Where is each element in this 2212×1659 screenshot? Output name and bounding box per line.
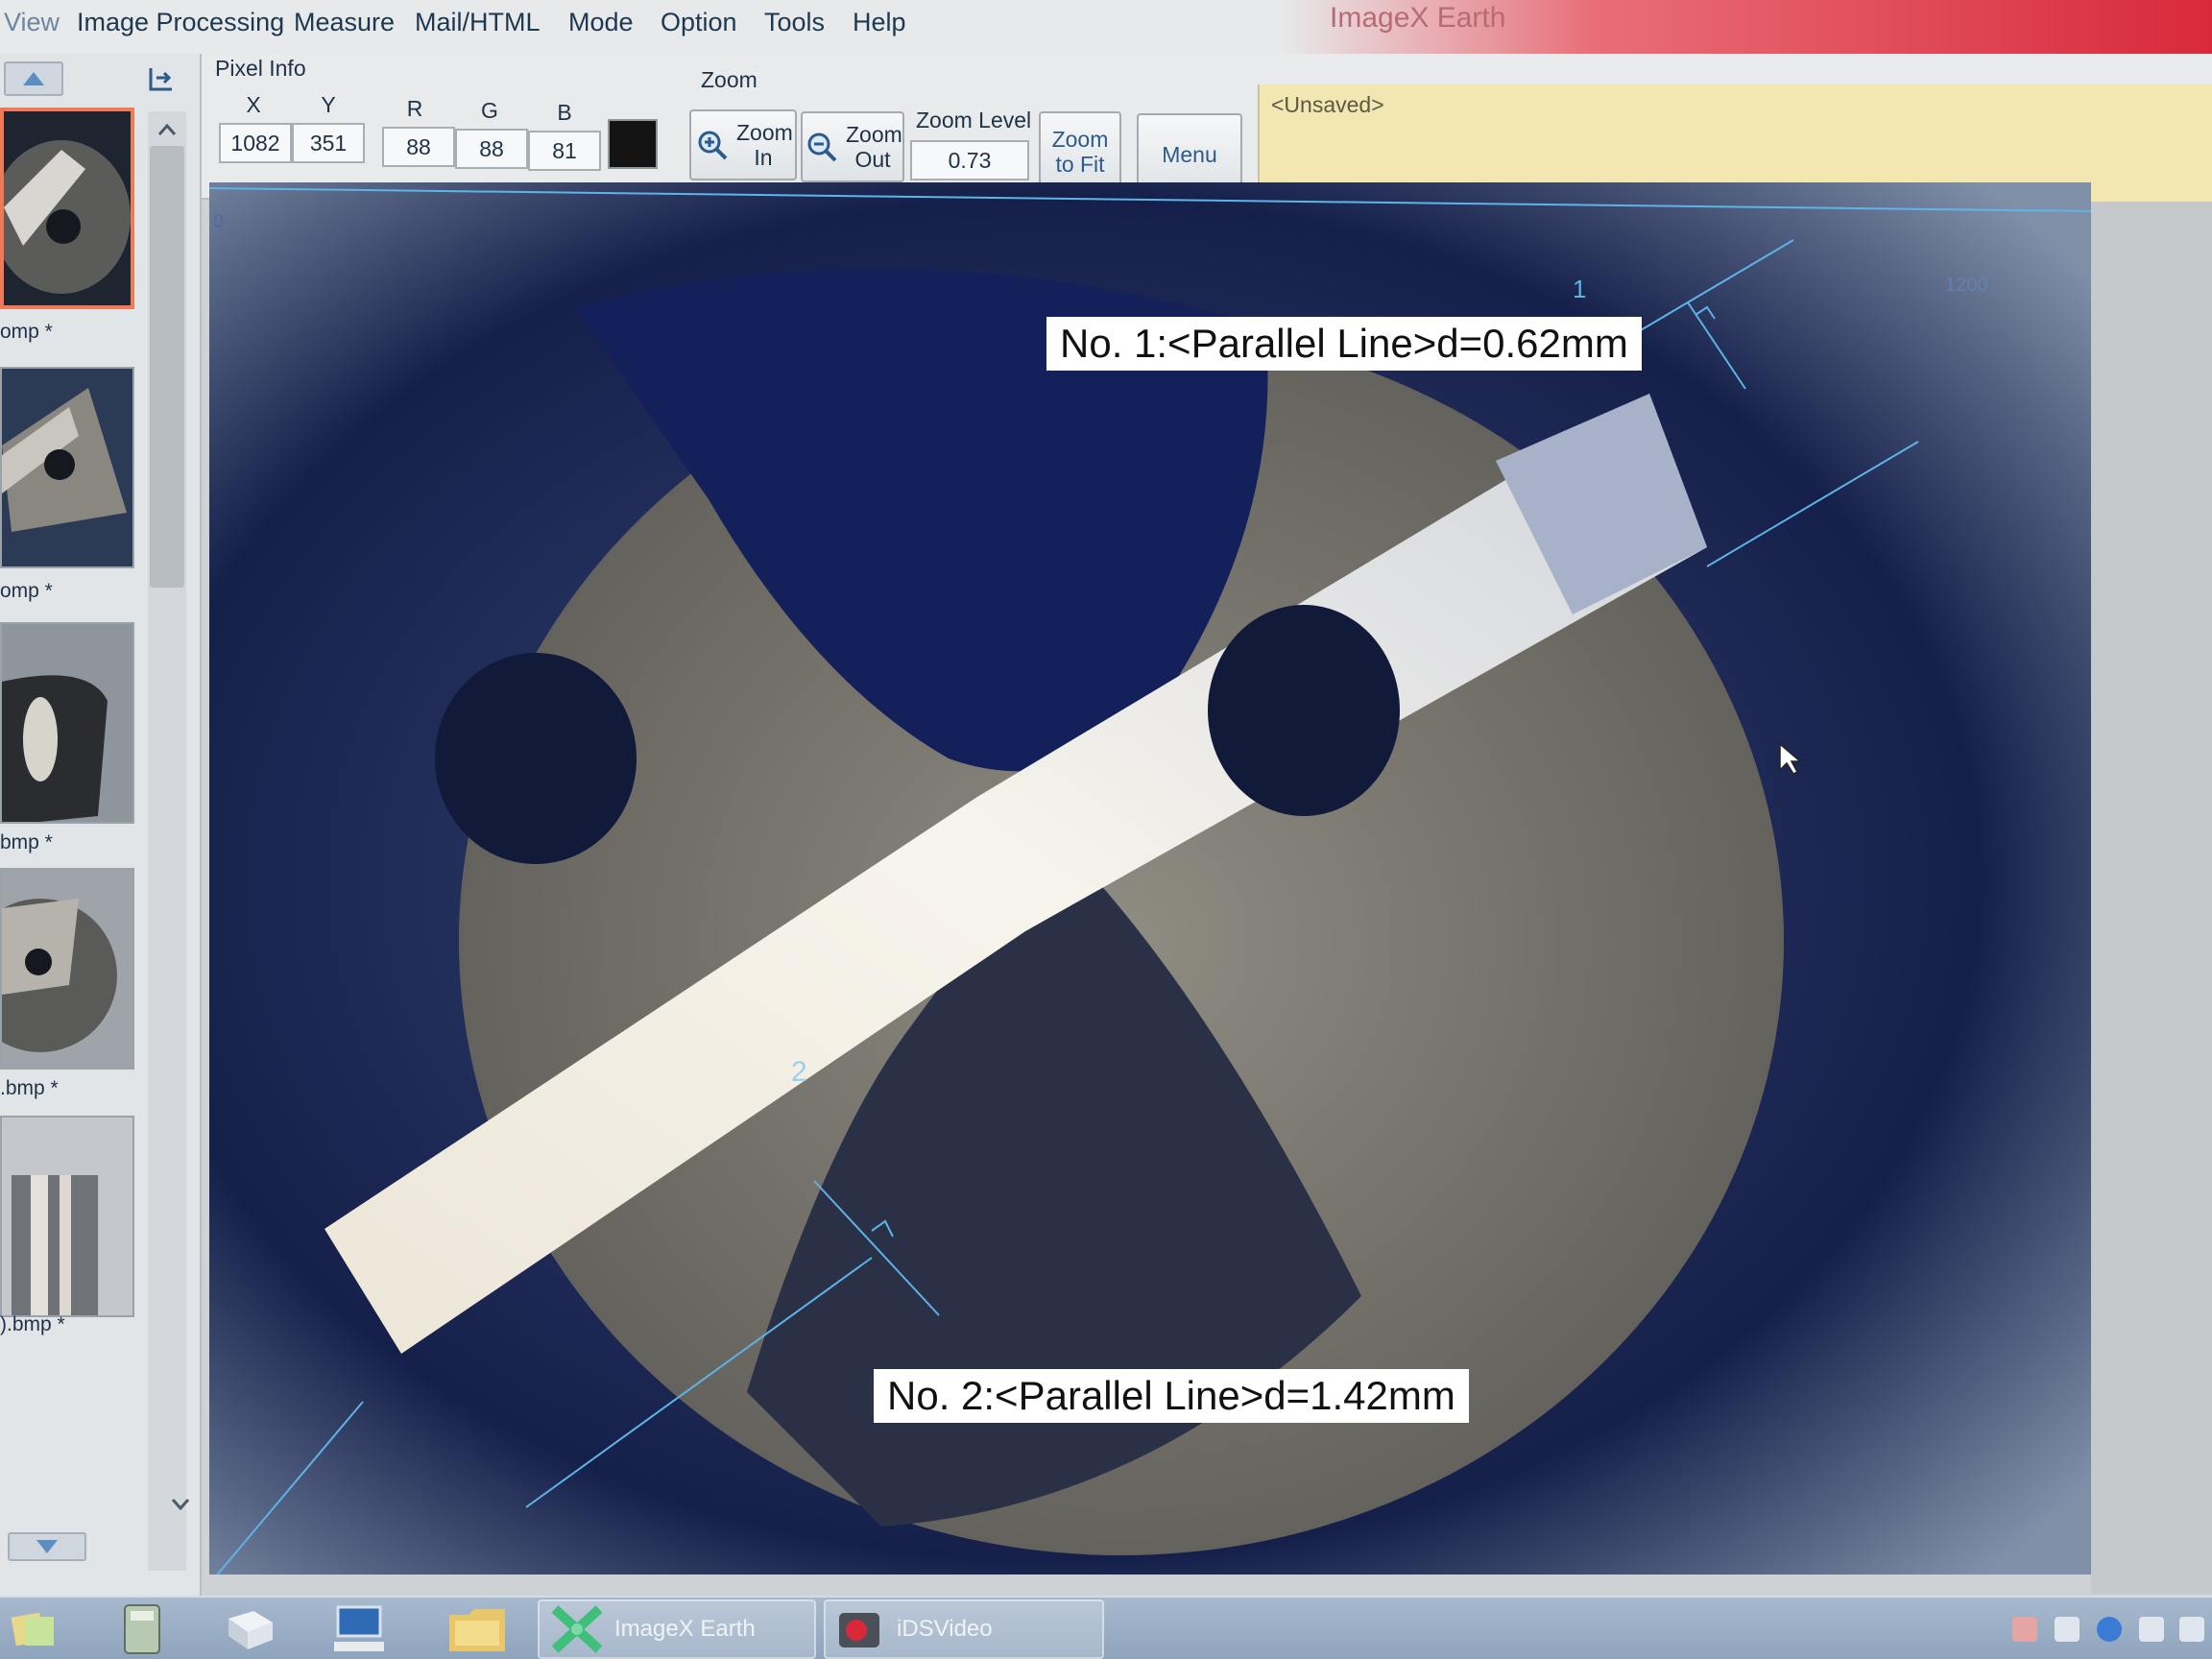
ruler-tick-0: 0 [213, 211, 225, 232]
folder-icon[interactable] [447, 1605, 507, 1655]
pixel-color-swatch [608, 119, 658, 169]
imagex-earth-icon [551, 1605, 603, 1653]
action-center-icon[interactable] [2012, 1617, 2037, 1642]
power-icon[interactable] [2055, 1617, 2080, 1642]
pixel-r-value: 88 [382, 127, 455, 167]
chevron-up-icon[interactable] [157, 123, 177, 136]
ruler-tick-1200: 1200 [1945, 275, 1988, 296]
pixel-g-label: G [481, 98, 498, 123]
zoom-level-value[interactable]: 0.73 [910, 140, 1029, 180]
zoom-out-icon [807, 132, 837, 162]
menu-image-processing[interactable]: Image Processing [77, 8, 284, 37]
image-canvas[interactable]: 1 2 No. 1:<Parallel Line>d=0.62mm No. 2:… [209, 182, 2091, 1575]
pixel-g-value: 88 [455, 129, 528, 169]
math-input-icon[interactable] [225, 1609, 276, 1651]
pixel-x-value: 1082 [219, 123, 292, 163]
menu-view[interactable]: View [4, 8, 60, 37]
thumbnail-4-image [2, 870, 132, 1068]
window-title: ImageX Earth [1330, 2, 1506, 34]
thumbnail-4-label: .bmp * [0, 1077, 59, 1099]
thumbnail-scrollbar-thumb[interactable] [150, 146, 184, 588]
menu-mail-html[interactable]: Mail/HTML [415, 8, 541, 37]
thumbnail-4[interactable] [0, 868, 134, 1070]
taskbar-imagex-earth[interactable]: ImageX Earth [538, 1599, 816, 1659]
pixel-b-value: 81 [528, 131, 601, 171]
arrow-up-icon [23, 72, 44, 85]
thumbnail-2-image [2, 369, 132, 566]
thumbnail-1-label: omp * [0, 321, 53, 343]
scroll-down-button[interactable] [8, 1532, 86, 1561]
thumbnail-sidebar: omp * omp * bmp * .bmp *).bmp * [0, 54, 202, 1599]
measurement-1-label[interactable]: No. 1:<Parallel Line>d=0.62mm [1046, 317, 1642, 371]
thumbnail-2-label: omp * [0, 580, 53, 602]
canvas-margin [2091, 202, 2212, 1594]
pixel-y-value: 351 [292, 123, 365, 163]
chevron-down-icon[interactable] [171, 1498, 190, 1511]
pixel-r-label: R [406, 96, 423, 121]
menu-option[interactable]: Option [661, 8, 737, 37]
export-icon [149, 68, 172, 91]
computer-icon[interactable] [332, 1603, 392, 1657]
zoom-to-fit-label: Zoom to Fit [1051, 127, 1109, 177]
measure-1-index: 1 [1573, 275, 1587, 303]
zoom-to-fit-button[interactable]: Zoom to Fit [1039, 111, 1121, 192]
menu-bar: View Image Processing Measure Mail/HTML … [0, 0, 2212, 54]
taskbar-idsvideo-label: iDSVideo [897, 1616, 993, 1642]
calculator-icon[interactable] [121, 1603, 163, 1655]
pixel-info-title: Pixel Info [215, 56, 306, 81]
idsvideo-icon [839, 1613, 879, 1647]
taskbar-idsvideo[interactable]: iDSVideo [824, 1599, 1104, 1659]
zoom-out-label: Zoom Out [846, 122, 902, 172]
bluetooth-icon[interactable] [2097, 1617, 2122, 1642]
microscope-image [209, 182, 2091, 1575]
menu-tools[interactable]: Tools [764, 8, 825, 37]
thumbnail-5[interactable] [0, 1116, 134, 1317]
sticky-notes-icon[interactable] [10, 1607, 58, 1651]
thumbnail-3-image [2, 624, 132, 822]
network-icon[interactable] [2139, 1617, 2164, 1642]
thumbnail-3[interactable] [0, 622, 134, 824]
menu-button-label: Menu [1162, 142, 1217, 167]
thumbnail-5-image [2, 1118, 132, 1315]
zoom-in-button[interactable]: Zoom In [689, 109, 797, 180]
thumbnail-5-label: ).bmp * [0, 1313, 65, 1335]
pixel-y-label: Y [321, 92, 336, 117]
thumbnail-1[interactable] [0, 108, 134, 309]
zoom-in-label: Zoom In [736, 120, 793, 170]
menu-measure[interactable]: Measure [294, 8, 395, 37]
measure-2-index: 2 [791, 1056, 807, 1088]
scroll-up-button[interactable] [4, 61, 63, 96]
measurement-2-label[interactable]: No. 2:<Parallel Line>d=1.42mm [874, 1369, 1469, 1423]
zoom-title: Zoom [701, 67, 757, 92]
export-button[interactable] [142, 60, 180, 98]
taskbar-imagex-earth-label: ImageX Earth [614, 1616, 756, 1642]
zoom-in-icon [698, 131, 728, 160]
pixel-b-label: B [557, 100, 572, 125]
zoom-out-button[interactable]: Zoom Out [801, 111, 904, 182]
taskbar: ImageX Earth iDSVideo [0, 1596, 2212, 1659]
thumbnail-1-image [4, 111, 131, 305]
menu-mode[interactable]: Mode [568, 8, 634, 37]
arrow-down-icon [36, 1540, 58, 1553]
volume-icon[interactable] [2179, 1617, 2204, 1642]
status-text: <Unsaved> [1271, 92, 1384, 117]
thumbnail-2[interactable] [0, 367, 134, 568]
menu-help[interactable]: Help [853, 8, 906, 37]
zoom-level-label: Zoom Level [916, 108, 1032, 132]
pixel-x-label: X [246, 92, 261, 117]
thumbnail-3-label: bmp * [0, 831, 53, 854]
